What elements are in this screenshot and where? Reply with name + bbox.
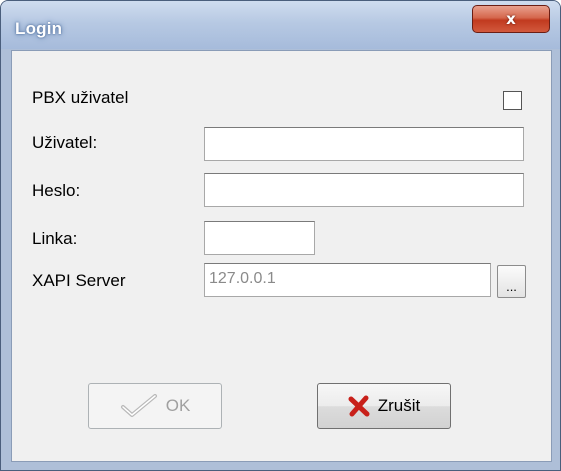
server-input[interactable]: 127.0.0.1 (204, 263, 491, 297)
ok-button[interactable]: OK (88, 383, 222, 429)
user-label: Uživatel: (32, 133, 98, 152)
line-input[interactable] (204, 221, 315, 255)
pbx-user-label: PBX uživatel (32, 88, 129, 107)
title-bar[interactable]: Login x (1, 1, 560, 49)
close-icon: x (506, 10, 516, 28)
pbx-user-checkbox[interactable] (503, 91, 522, 110)
browse-server-button[interactable]: ... (497, 265, 526, 298)
line-label: Linka: (32, 229, 78, 248)
login-dialog: Login x PBX uživatel Uživatel: Heslo: Li… (0, 0, 561, 471)
ok-button-label: OK (165, 396, 191, 415)
password-input[interactable] (204, 173, 524, 207)
check-icon (120, 394, 158, 418)
red-x-icon (348, 395, 370, 417)
cancel-button[interactable]: Zrušit (317, 383, 451, 429)
dialog-content: PBX uživatel Uživatel: Heslo: Linka: XAP… (11, 50, 552, 462)
user-input[interactable] (204, 127, 524, 161)
server-label: XAPI Server (32, 271, 126, 290)
cancel-button-label: Zrušit (377, 396, 421, 415)
close-button[interactable]: x (472, 5, 550, 33)
password-label: Heslo: (32, 181, 81, 200)
window-title: Login (15, 19, 63, 38)
